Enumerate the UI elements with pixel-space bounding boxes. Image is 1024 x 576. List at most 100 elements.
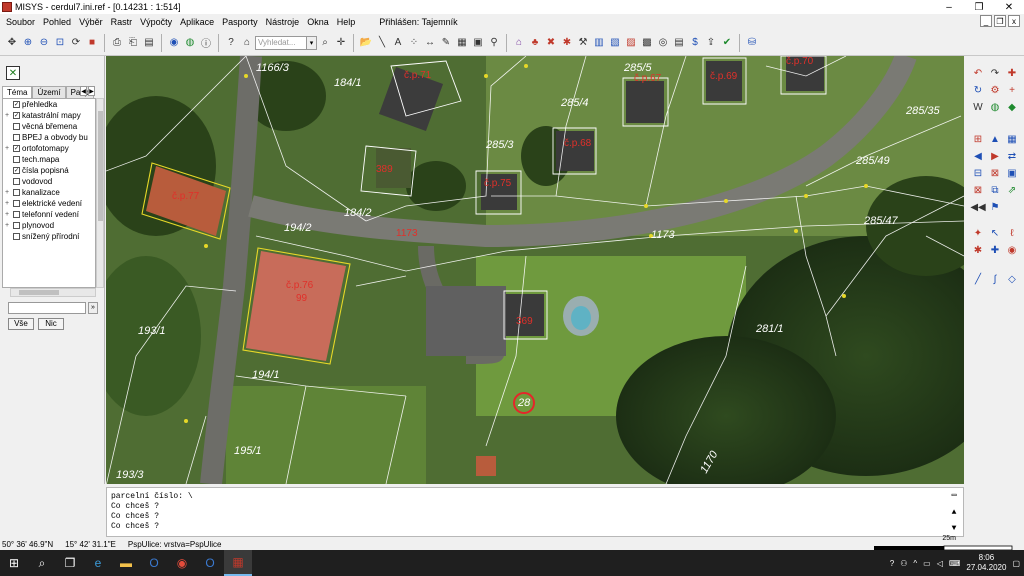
- plot-icon[interactable]: ▤: [142, 36, 156, 50]
- task-view-icon[interactable]: ❐: [56, 550, 84, 576]
- expand-icon[interactable]: +: [3, 211, 11, 218]
- layer-item[interactable]: věcná břemena: [3, 121, 95, 132]
- parcel-label[interactable]: 194/2: [284, 222, 312, 234]
- lasso-icon[interactable]: ℓ: [1005, 226, 1019, 240]
- filter-go-icon[interactable]: »: [88, 302, 98, 314]
- file-explorer-icon[interactable]: ▬: [112, 550, 140, 576]
- layer-item[interactable]: BPEJ a obvody bu: [3, 132, 95, 143]
- layer-item[interactable]: + plynovod: [3, 220, 95, 231]
- select-none-button[interactable]: Nic: [38, 318, 64, 330]
- owners-icon[interactable]: ♣: [528, 36, 542, 50]
- dollar-icon[interactable]: $: [688, 36, 702, 50]
- building-label[interactable]: 369: [516, 316, 533, 327]
- parcel-label[interactable]: 285/4: [560, 97, 589, 109]
- edge-icon[interactable]: e: [84, 550, 112, 576]
- outlook-icon[interactable]: O: [140, 550, 168, 576]
- redo-icon[interactable]: ↷: [988, 66, 1002, 80]
- menu-vyber[interactable]: Výběr: [75, 17, 107, 27]
- expand-icon[interactable]: +: [3, 222, 11, 229]
- parcel-label[interactable]: 193/1: [138, 325, 166, 337]
- edit-icon[interactable]: ✎: [439, 36, 453, 50]
- chevron-up-icon[interactable]: ^: [913, 559, 917, 568]
- report-icon[interactable]: ▧: [608, 36, 622, 50]
- layer-checkbox[interactable]: [13, 189, 20, 196]
- grid-icon[interactable]: ▦: [1005, 132, 1019, 146]
- menu-nastroje[interactable]: Nástroje: [262, 17, 304, 27]
- undo-icon[interactable]: ↶: [971, 66, 985, 80]
- windows-start-icon[interactable]: ⊞: [0, 550, 28, 576]
- open-folder-icon[interactable]: 📂: [359, 36, 373, 50]
- merge-icon[interactable]: ⊠: [988, 166, 1002, 180]
- tab-uzemi[interactable]: Území: [32, 86, 66, 98]
- menu-vypocty[interactable]: Výpočty: [136, 17, 176, 27]
- save-icon[interactable]: ▣: [471, 36, 485, 50]
- expand-icon[interactable]: +: [3, 112, 11, 119]
- building-label[interactable]: č.p.76: [286, 280, 314, 291]
- menu-aplikace[interactable]: Aplikace: [176, 17, 218, 27]
- layer-checkbox[interactable]: [13, 211, 20, 218]
- parcel-label[interactable]: 285/3: [485, 139, 514, 151]
- close-button[interactable]: ✕: [994, 0, 1024, 14]
- tab-scroll-left-icon[interactable]: ◀: [80, 86, 87, 96]
- pointer-icon[interactable]: ↖: [988, 226, 1002, 240]
- line-icon[interactable]: ╲: [375, 36, 389, 50]
- misys-taskbar-icon[interactable]: ▦: [224, 550, 252, 576]
- maximize-button[interactable]: ❐: [964, 0, 994, 14]
- house-icon[interactable]: ⌂: [240, 36, 254, 50]
- search-dropdown-icon[interactable]: ▾: [307, 35, 317, 50]
- search-input[interactable]: Vyhledat...: [255, 35, 307, 50]
- plus-icon[interactable]: +: [1005, 83, 1019, 97]
- copy-icon[interactable]: ⧉: [988, 183, 1002, 197]
- split-icon[interactable]: ⊟: [971, 166, 985, 180]
- layers-icon[interactable]: ◆: [1005, 100, 1019, 114]
- menu-pohled[interactable]: Pohled: [39, 17, 75, 27]
- clock[interactable]: 8:06 27.04.2020: [966, 553, 1006, 573]
- parcel-label[interactable]: 281/1: [755, 323, 784, 335]
- coin-icon[interactable]: ◎: [656, 36, 670, 50]
- vertex-icon[interactable]: ✚: [988, 243, 1002, 257]
- earth-icon[interactable]: ◍: [988, 100, 1002, 114]
- layer-checkbox[interactable]: [13, 178, 20, 185]
- draw-line-icon[interactable]: ╱: [971, 272, 985, 286]
- zoom-out-icon[interactable]: ⊖: [37, 36, 51, 50]
- help-icon[interactable]: ?: [224, 36, 238, 50]
- keyboard-icon[interactable]: ⌨: [949, 559, 961, 568]
- wms-icon[interactable]: W: [971, 100, 985, 114]
- command-console[interactable]: parcelní číslo: \ Co chceš ? Co chceš ? …: [106, 487, 964, 537]
- mdi-close-button[interactable]: x: [1008, 15, 1020, 27]
- tab-tema[interactable]: Téma: [2, 86, 33, 98]
- magnifier-icon[interactable]: ⚲: [487, 36, 501, 50]
- menu-rastr[interactable]: Rastr: [107, 17, 137, 27]
- rotate-icon[interactable]: ↻: [971, 83, 985, 97]
- layer-item[interactable]: ✓ přehledka: [3, 99, 95, 110]
- export-icon[interactable]: ⇪: [704, 36, 718, 50]
- minimize-button[interactable]: –: [934, 0, 964, 14]
- arrow-right-icon[interactable]: ▶: [988, 149, 1002, 163]
- network-icon[interactable]: ✱: [560, 36, 574, 50]
- layer-item[interactable]: tech.mapa: [3, 154, 95, 165]
- layer-checkbox[interactable]: [13, 123, 20, 130]
- layer-item[interactable]: ✓ čísla popisná: [3, 165, 95, 176]
- stamp-icon[interactable]: ▨: [624, 36, 638, 50]
- volume-icon[interactable]: ◁: [937, 559, 943, 568]
- text-icon[interactable]: A: [391, 36, 405, 50]
- expand-icon[interactable]: +: [3, 145, 11, 152]
- layer-item[interactable]: + telefonní vedení: [3, 209, 95, 220]
- building-label[interactable]: č.p.69: [710, 71, 738, 82]
- building-label[interactable]: č.p.77: [172, 191, 200, 202]
- tools-icon[interactable]: ⚒: [576, 36, 590, 50]
- cadastre-icon[interactable]: ✖: [544, 36, 558, 50]
- table-icon[interactable]: ▤: [672, 36, 686, 50]
- print-icon[interactable]: ⎙: [110, 36, 124, 50]
- swap-icon[interactable]: ⇄: [1005, 149, 1019, 163]
- layer-checkbox[interactable]: ✓: [13, 112, 20, 119]
- gear-icon[interactable]: ⚙: [988, 83, 1002, 97]
- parcel-label[interactable]: 28: [517, 397, 531, 409]
- expand-icon[interactable]: +: [3, 200, 11, 207]
- search-icon[interactable]: ⌕: [318, 36, 332, 50]
- network-tray-icon[interactable]: ▭: [923, 559, 931, 568]
- list-icon[interactable]: ▦: [455, 36, 469, 50]
- mdi-minimize-button[interactable]: _: [980, 15, 992, 27]
- database-icon[interactable]: ⛁: [745, 36, 759, 50]
- outlook2-icon[interactable]: O: [196, 550, 224, 576]
